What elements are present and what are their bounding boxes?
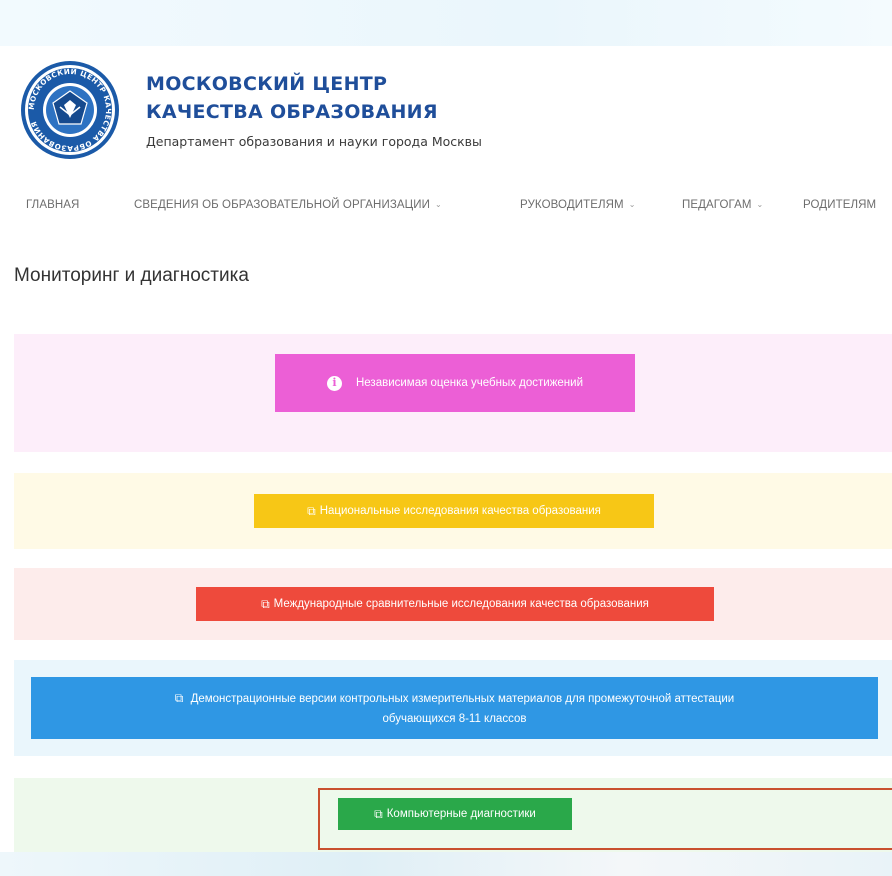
nav-item-home[interactable]: ГЛАВНАЯ <box>26 199 79 211</box>
site-header <box>0 46 892 174</box>
logo-icon[interactable]: МОСКОВСКИЙ ЦЕНТР КАЧЕСТВА ОБРАЗОВАНИЯ <box>20 60 120 160</box>
button-label: Международные сравнительные исследования… <box>273 598 649 610</box>
national-research-button[interactable]: ⧉ Национальные исследования качества обр… <box>254 494 654 528</box>
button-label: Независимая оценка учебных достижений <box>355 377 583 389</box>
nav-item-about[interactable]: СВЕДЕНИЯ ОБ ОБРАЗОВАТЕЛЬНОЙ ОРГАНИЗАЦИИ ⌄ <box>134 199 442 211</box>
bottom-band <box>0 852 892 876</box>
nav-item-label: ПЕДАГОГАМ <box>682 199 752 211</box>
nav-item-parents[interactable]: РОДИТЕЛЯМ <box>803 199 876 211</box>
button-label-line2: обучающихся 8-11 классов <box>382 712 527 725</box>
independent-assessment-button[interactable]: i Независимая оценка учебных достижений <box>275 354 635 412</box>
external-link-icon: ⧉ <box>307 504 316 518</box>
nav-item-label: СВЕДЕНИЯ ОБ ОБРАЗОВАТЕЛЬНОЙ ОРГАНИЗАЦИИ <box>134 199 430 211</box>
nav-item-managers[interactable]: РУКОВОДИТЕЛЯМ ⌄ <box>520 199 636 211</box>
org-subtitle: Департамент образования и науки города М… <box>146 134 482 149</box>
chevron-down-icon: ⌄ <box>628 200 636 209</box>
nav-item-label: РУКОВОДИТЕЛЯМ <box>520 199 624 211</box>
org-name[interactable]: МОСКОВСКИЙ ЦЕНТР КАЧЕСТВА ОБРАЗОВАНИЯ <box>146 70 438 126</box>
info-circle-icon: i <box>326 375 342 391</box>
org-name-line2: КАЧЕСТВА ОБРАЗОВАНИЯ <box>146 101 438 123</box>
button-label: Национальные исследования качества образ… <box>319 505 601 517</box>
computer-diagnostics-button[interactable]: ⧉ Компьютерные диагностики <box>338 798 572 830</box>
button-label: Компьютерные диагностики <box>386 808 536 820</box>
demo-versions-button[interactable]: ⧉ Демонстрационные версии контрольных из… <box>31 677 878 739</box>
button-label-line1: Демонстрационные версии контрольных изме… <box>190 692 735 705</box>
external-link-icon: ⧉ <box>261 597 270 611</box>
page-title: Мониторинг и диагностика <box>14 265 249 286</box>
nav-item-label: ГЛАВНАЯ <box>26 199 80 211</box>
external-link-icon: ⧉ <box>174 690 184 705</box>
nav-item-teachers[interactable]: ПЕДАГОГАМ ⌄ <box>682 199 763 211</box>
top-band <box>0 0 892 46</box>
nav-item-label: РОДИТЕЛЯМ <box>803 199 877 211</box>
org-name-line1: МОСКОВСКИЙ ЦЕНТР <box>146 73 388 95</box>
chevron-down-icon: ⌄ <box>435 200 442 209</box>
chevron-down-icon: ⌄ <box>756 200 764 209</box>
external-link-icon: ⧉ <box>374 807 383 821</box>
main-nav: ГЛАВНАЯ СВЕДЕНИЯ ОБ ОБРАЗОВАТЕЛЬНОЙ ОРГА… <box>0 188 892 228</box>
international-research-button[interactable]: ⧉ Международные сравнительные исследован… <box>196 587 714 621</box>
